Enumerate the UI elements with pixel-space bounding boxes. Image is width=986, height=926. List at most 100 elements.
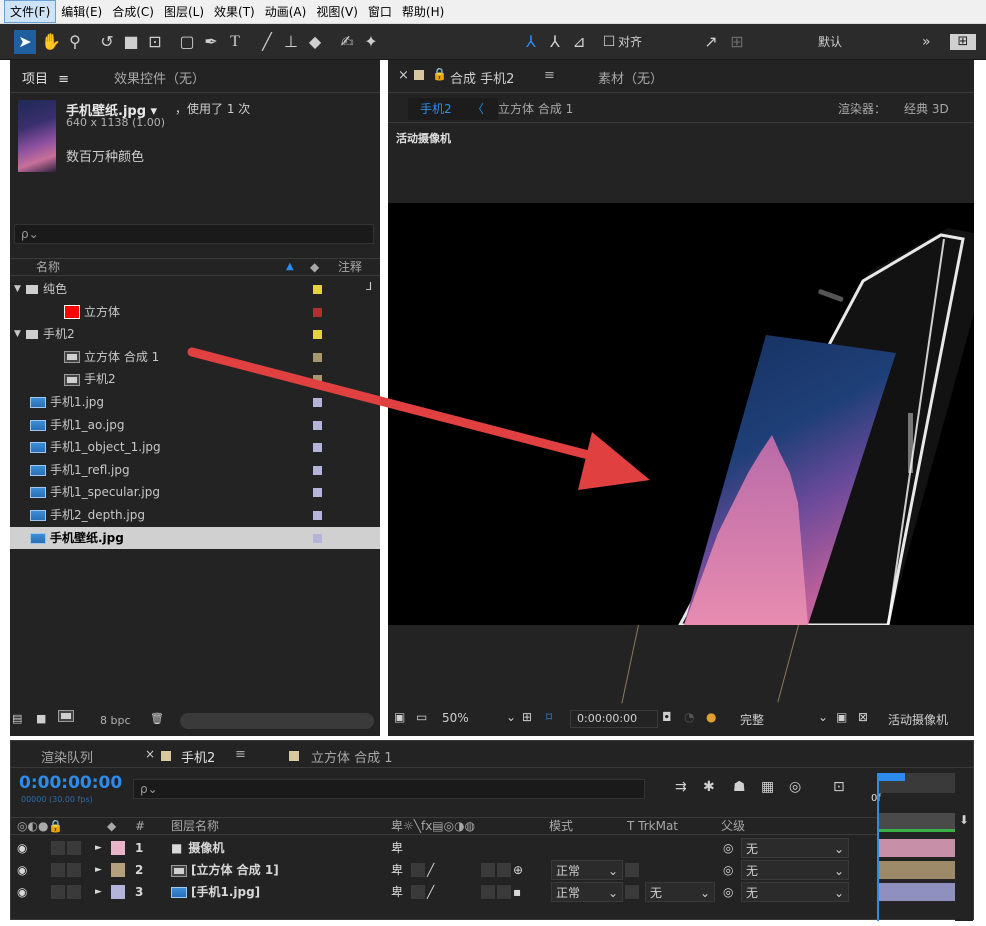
- puppet-pin-tool-icon[interactable]: ✦: [360, 30, 382, 54]
- world-axis-icon[interactable]: ⅄: [544, 30, 566, 54]
- 3d-layer-switch-icon[interactable]: ⊕: [513, 859, 523, 881]
- renderer-value[interactable]: 经典 3D: [904, 100, 949, 117]
- rotate-tool-icon[interactable]: ↺: [96, 30, 118, 54]
- align-checkbox[interactable]: ☐: [600, 30, 618, 54]
- snap-options-icon[interactable]: ⊞: [726, 30, 748, 54]
- zoom-tool-icon[interactable]: ⚲: [64, 30, 86, 54]
- expand-layer-icon[interactable]: ►: [95, 881, 102, 903]
- shy-switch-icon[interactable]: 卑: [391, 859, 403, 881]
- lock-switch[interactable]: [67, 863, 81, 877]
- effect-switch[interactable]: [481, 885, 495, 899]
- 3d-layer-switch-icon[interactable]: ▪: [513, 881, 521, 903]
- quality-switch-icon[interactable]: ╱: [427, 859, 434, 881]
- pick-whip-icon[interactable]: ◎: [723, 837, 733, 859]
- menu-file[interactable]: 文件(F): [4, 0, 57, 23]
- collapse-switch[interactable]: [411, 863, 425, 877]
- menu-window[interactable]: 窗口: [363, 1, 397, 22]
- visibility-eye-icon[interactable]: ◉: [17, 859, 27, 881]
- lock-switch[interactable]: [67, 841, 81, 855]
- roto-brush-tool-icon[interactable]: ✍: [336, 30, 358, 54]
- expand-layer-icon[interactable]: ►: [95, 837, 102, 859]
- av-switches-icon[interactable]: ◎◐●🔒: [17, 818, 63, 834]
- sort-ascending-icon[interactable]: ▲: [286, 259, 294, 275]
- parent-dropdown[interactable]: 无 ⌄: [741, 882, 849, 902]
- interpret-footage-icon[interactable]: ▤: [12, 712, 22, 725]
- expand-arrow-icon[interactable]: ▼: [14, 278, 21, 300]
- resolution-chevron-icon[interactable]: ⌄: [818, 710, 828, 724]
- zoom-dropdown[interactable]: 50%: [442, 711, 469, 725]
- project-item[interactable]: 手机壁纸.jpg: [10, 526, 380, 549]
- pan-behind-tool-icon[interactable]: ⊡: [144, 30, 166, 54]
- parent-dropdown[interactable]: 无 ⌄: [741, 860, 849, 880]
- layer-duration-bar[interactable]: [879, 883, 955, 901]
- timeline-tab-cube-comp[interactable]: 立方体 合成 1: [311, 747, 393, 766]
- parent-dropdown[interactable]: 无 ⌄: [741, 838, 849, 858]
- menu-effect[interactable]: 效果(T): [209, 1, 260, 22]
- more-workspaces-button[interactable]: »: [922, 30, 931, 54]
- switches-column-icon[interactable]: 卑☼╲fx▤◎◑◍: [391, 818, 475, 834]
- blend-mode-dropdown[interactable]: 正常 ⌄: [551, 860, 623, 880]
- close-tab-icon[interactable]: ×: [398, 68, 409, 83]
- layer-duration-bar[interactable]: [879, 839, 955, 857]
- layer-row[interactable]: ◉ ► 2 [立方体 合成 1] 卑 ╱ ⊕ 正常 ⌄ ◎ 无 ⌄: [11, 859, 879, 881]
- label-color-swatch[interactable]: [313, 307, 322, 317]
- project-item[interactable]: 手机2_depth.jpg: [10, 504, 380, 526]
- menu-help[interactable]: 帮助(H): [397, 1, 449, 22]
- view-axis-icon[interactable]: ⊿: [568, 30, 590, 54]
- layer-name[interactable]: [立方体 合成 1]: [191, 863, 279, 877]
- thumbnail-size-slider[interactable]: [180, 713, 374, 729]
- label-color-swatch[interactable]: [313, 533, 322, 543]
- label-column-icon[interactable]: ◆: [107, 818, 116, 834]
- comp-marker-bin-icon[interactable]: ⬇: [959, 813, 969, 827]
- effect-switch[interactable]: [481, 863, 495, 877]
- motion-blur-switch[interactable]: [497, 863, 511, 877]
- timeline-timecode[interactable]: 0:00:00:00: [19, 773, 122, 793]
- menu-animation[interactable]: 动画(A): [260, 1, 312, 22]
- expand-layer-icon[interactable]: ►: [95, 859, 102, 881]
- footage-tab[interactable]: 素材（无）: [598, 68, 663, 87]
- composition-tab[interactable]: 合成 手机2: [450, 68, 514, 87]
- composition-mini-flowchart-icon[interactable]: ⇉: [675, 779, 687, 795]
- workspace-label[interactable]: 默认: [818, 30, 842, 54]
- menu-view[interactable]: 视图(V): [311, 1, 363, 22]
- lock-switch[interactable]: [67, 885, 81, 899]
- brush-tool-icon[interactable]: ╱: [256, 30, 278, 54]
- text-tool-icon[interactable]: T: [224, 30, 246, 54]
- region-of-interest-icon[interactable]: ▣: [836, 710, 847, 724]
- hide-shy-layers-icon[interactable]: ☗: [733, 779, 746, 795]
- new-composition-icon[interactable]: [58, 710, 74, 722]
- column-name[interactable]: 名称: [36, 259, 60, 275]
- search-help-icon[interactable]: ⊞: [950, 34, 976, 50]
- resolution-dropdown[interactable]: 完整: [740, 711, 764, 728]
- rectangle-tool-icon[interactable]: ▢: [176, 30, 198, 54]
- current-time-display[interactable]: 0:00:00:00: [570, 710, 658, 728]
- quality-switch-icon[interactable]: ╱: [427, 881, 434, 903]
- render-queue-tab[interactable]: 渲染队列: [41, 747, 93, 766]
- flowchart-icon[interactable]: ⅃: [366, 280, 372, 293]
- always-preview-icon[interactable]: ▣: [394, 710, 405, 724]
- pick-whip-icon[interactable]: ◎: [723, 881, 733, 903]
- label-color-swatch[interactable]: [313, 330, 322, 340]
- project-tab[interactable]: 项目 ≡: [22, 68, 69, 87]
- timeline-tab-menu-icon[interactable]: ≡: [235, 747, 246, 762]
- solo-switch[interactable]: [51, 885, 65, 899]
- project-item[interactable]: 立方体: [10, 301, 380, 323]
- zoom-dropdown-chevron-icon[interactable]: ⌄: [506, 710, 516, 724]
- blend-mode-dropdown[interactable]: 正常 ⌄: [551, 882, 623, 902]
- shy-switch-icon[interactable]: 卑: [391, 837, 403, 859]
- new-folder-icon[interactable]: ■: [36, 712, 46, 725]
- bit-depth-button[interactable]: 8 bpc: [100, 714, 131, 727]
- frame-blending-icon[interactable]: ▦: [761, 779, 774, 795]
- preserve-transparency-switch[interactable]: [625, 863, 639, 877]
- shy-switch-icon[interactable]: 卑: [391, 881, 403, 903]
- eraser-tool-icon[interactable]: ◆: [304, 30, 326, 54]
- visibility-eye-icon[interactable]: ◉: [17, 881, 27, 903]
- column-comment[interactable]: 注释: [338, 259, 362, 275]
- clone-stamp-tool-icon[interactable]: ⊥: [280, 30, 302, 54]
- close-timeline-tab-icon[interactable]: ×: [145, 747, 155, 761]
- collapse-switch[interactable]: [411, 885, 425, 899]
- layer-row[interactable]: ◉ ► 1 ■ 摄像机 卑 ◎ 无 ⌄: [11, 837, 879, 859]
- expand-arrow-icon[interactable]: ▼: [14, 323, 21, 345]
- timeline-scrollbar[interactable]: [955, 837, 973, 921]
- pick-whip-icon[interactable]: ◎: [723, 859, 733, 881]
